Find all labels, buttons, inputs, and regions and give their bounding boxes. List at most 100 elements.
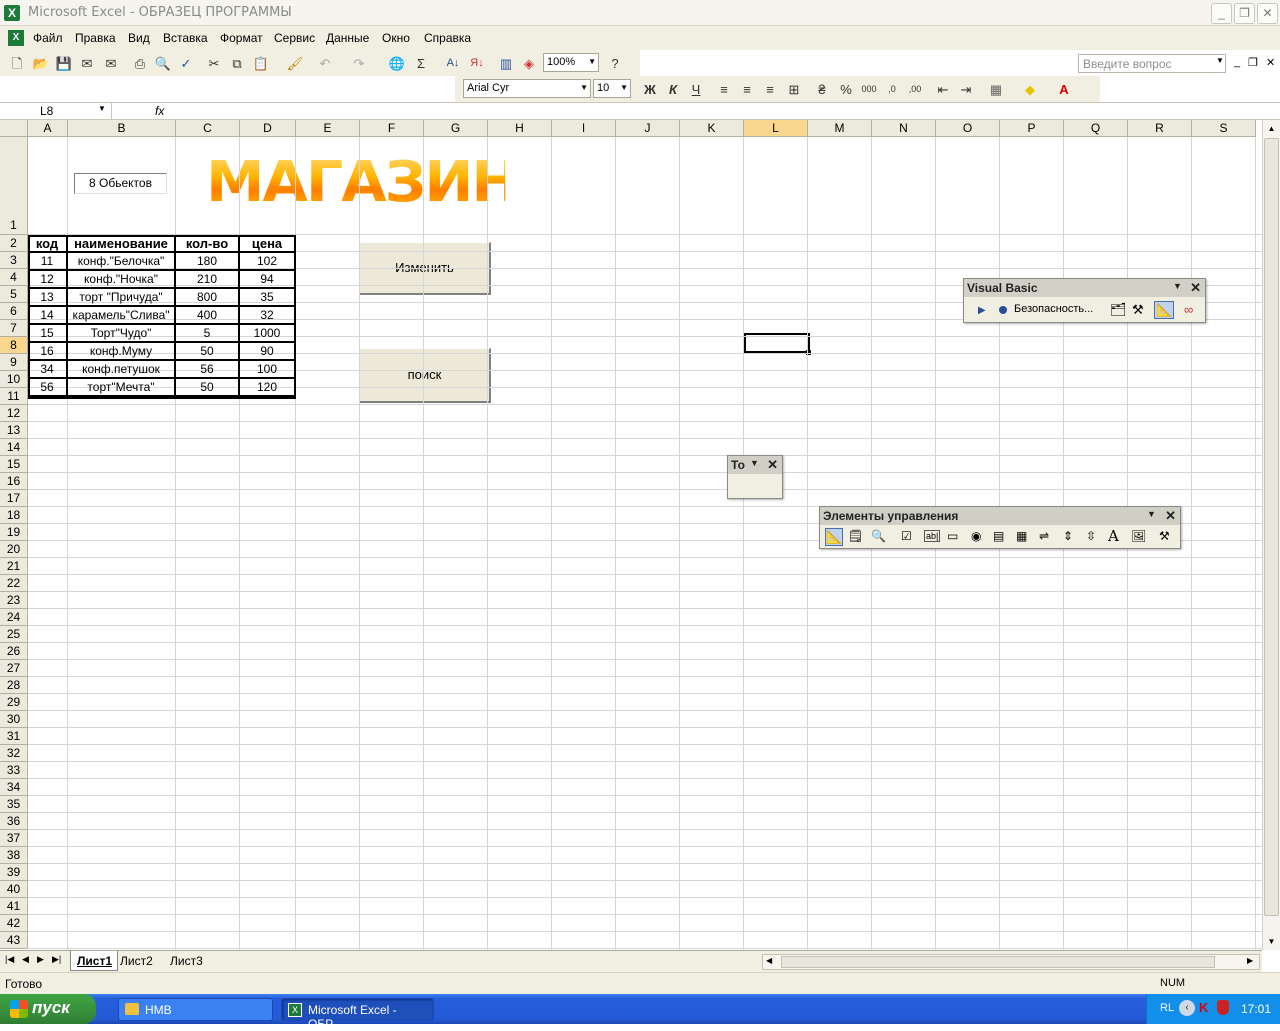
column-header[interactable]: L bbox=[744, 120, 808, 137]
label-control-icon[interactable]: A bbox=[1108, 527, 1119, 545]
tab-sheet2[interactable]: Лист2 bbox=[120, 954, 153, 968]
shield-icon[interactable] bbox=[1217, 1000, 1229, 1015]
doc-restore-button[interactable]: ❐ bbox=[1248, 56, 1258, 69]
scroll-thumb[interactable] bbox=[1264, 138, 1279, 916]
combobox-icon[interactable]: ▦ bbox=[1016, 529, 1027, 543]
antivirus-icon[interactable]: K bbox=[1199, 1000, 1208, 1015]
row-header[interactable]: 41 bbox=[0, 898, 28, 915]
row-header[interactable]: 6 bbox=[0, 303, 28, 320]
table-cell[interactable]: 180 bbox=[176, 253, 240, 271]
table-cell[interactable]: 56 bbox=[28, 379, 68, 397]
row-header[interactable]: 26 bbox=[0, 643, 28, 660]
table-cell[interactable]: торт"Мечта" bbox=[68, 379, 176, 397]
column-header[interactable]: P bbox=[1000, 120, 1064, 137]
close-icon[interactable]: ✕ bbox=[1165, 508, 1176, 524]
table-cell[interactable]: 400 bbox=[176, 307, 240, 325]
column-header[interactable]: I bbox=[552, 120, 616, 137]
font-color-icon[interactable]: A bbox=[1055, 81, 1073, 98]
scroll-left-arrow-icon[interactable]: ◀ bbox=[766, 956, 772, 965]
copy-icon[interactable]: ⧉ bbox=[228, 55, 246, 72]
excel-app-icon[interactable]: X bbox=[4, 5, 20, 21]
row-header[interactable]: 15 bbox=[0, 456, 28, 473]
menu-help[interactable]: Справка bbox=[424, 31, 471, 45]
column-header[interactable]: G bbox=[424, 120, 488, 137]
sort-ascending-icon[interactable]: A↓ bbox=[444, 55, 462, 72]
table-cell[interactable]: конф."Ночка" bbox=[68, 271, 176, 289]
table-cell[interactable]: 56 bbox=[176, 361, 240, 379]
taskbar-item-hmb[interactable]: HMB bbox=[118, 998, 273, 1021]
table-cell[interactable]: 11 bbox=[28, 253, 68, 271]
hscroll-thumb[interactable] bbox=[781, 956, 1215, 968]
currency-icon[interactable]: ₴ bbox=[813, 81, 831, 98]
chevron-down-icon[interactable]: ▼ bbox=[1173, 281, 1182, 291]
column-header[interactable]: Q bbox=[1064, 120, 1128, 137]
permission-icon[interactable]: ✉ bbox=[78, 55, 96, 72]
security-button[interactable]: Безопасность... bbox=[1014, 303, 1093, 315]
column-header[interactable]: D bbox=[240, 120, 296, 137]
scroll-up-arrow-icon[interactable]: ▲ bbox=[1264, 121, 1279, 136]
undo-icon[interactable]: ↶ bbox=[316, 55, 334, 72]
column-header[interactable]: O bbox=[936, 120, 1000, 137]
column-header[interactable]: B bbox=[68, 120, 176, 137]
image-control-icon[interactable]: 🖼 bbox=[1131, 529, 1146, 543]
table-cell[interactable]: 34 bbox=[28, 361, 68, 379]
column-header[interactable]: R bbox=[1128, 120, 1192, 137]
new-icon[interactable]: 🗋 bbox=[8, 55, 26, 72]
toggle-button-icon[interactable]: ⇌ bbox=[1039, 529, 1049, 543]
redo-icon[interactable]: ↷ bbox=[350, 55, 368, 72]
autosum-icon[interactable]: Σ bbox=[412, 55, 430, 72]
table-header-cell[interactable]: наименование bbox=[68, 235, 176, 253]
save-icon[interactable]: 💾 bbox=[55, 55, 73, 72]
chevron-down-icon[interactable]: ▼ bbox=[1216, 56, 1224, 65]
tab-sheet1[interactable]: Лист1 bbox=[70, 951, 118, 971]
row-header[interactable]: 23 bbox=[0, 592, 28, 609]
menu-file[interactable]: Файл bbox=[33, 31, 63, 45]
horizontal-scrollbar[interactable]: ◀ ▶ bbox=[762, 954, 1260, 970]
table-cell[interactable]: 35 bbox=[240, 289, 296, 307]
increase-decimal-icon[interactable]: ,0 bbox=[883, 81, 901, 98]
decrease-indent-icon[interactable]: ⇤ bbox=[934, 81, 952, 98]
row-header[interactable]: 34 bbox=[0, 779, 28, 796]
row-header[interactable]: 13 bbox=[0, 422, 28, 439]
row-header[interactable]: 14 bbox=[0, 439, 28, 456]
row-header[interactable]: 32 bbox=[0, 745, 28, 762]
increase-indent-icon[interactable]: ⇥ bbox=[957, 81, 975, 98]
print-preview-icon[interactable]: 🔍 bbox=[154, 55, 172, 72]
fx-icon[interactable]: fx bbox=[155, 104, 164, 118]
table-cell[interactable]: 14 bbox=[28, 307, 68, 325]
row-header[interactable]: 30 bbox=[0, 711, 28, 728]
more-controls-icon[interactable]: ⚒ bbox=[1159, 529, 1170, 543]
bold-button[interactable]: Ж bbox=[641, 81, 659, 98]
hyperlink-icon[interactable]: 🌐 bbox=[388, 55, 406, 72]
name-box[interactable]: L8 ▼ bbox=[0, 103, 112, 119]
column-header[interactable]: A bbox=[28, 120, 68, 137]
row-header[interactable]: 37 bbox=[0, 830, 28, 847]
drawing-icon[interactable]: ◈ bbox=[520, 55, 538, 72]
wordart-shop-title[interactable]: МАГАЗИН bbox=[206, 150, 521, 216]
row-header[interactable]: 21 bbox=[0, 558, 28, 575]
row-header[interactable]: 18 bbox=[0, 507, 28, 524]
menu-data[interactable]: Данные bbox=[326, 31, 369, 45]
row-header[interactable]: 39 bbox=[0, 864, 28, 881]
row-header[interactable]: 36 bbox=[0, 813, 28, 830]
table-cell[interactable]: 102 bbox=[240, 253, 296, 271]
checkbox-control-icon[interactable]: ☑ bbox=[901, 529, 912, 543]
close-icon[interactable]: ✕ bbox=[1190, 280, 1201, 296]
row-header[interactable]: 22 bbox=[0, 575, 28, 592]
table-cell[interactable]: 800 bbox=[176, 289, 240, 307]
first-sheet-arrow-icon[interactable]: |◀ bbox=[5, 954, 14, 965]
column-header[interactable]: M bbox=[808, 120, 872, 137]
table-cell[interactable]: торт "Причуда" bbox=[68, 289, 176, 307]
sort-descending-icon[interactable]: Я↓ bbox=[468, 55, 486, 72]
row-header[interactable]: 9 bbox=[0, 354, 28, 371]
table-cell[interactable]: 5 bbox=[176, 325, 240, 343]
table-header-cell[interactable]: цена bbox=[240, 235, 296, 253]
row-header[interactable]: 3 bbox=[0, 252, 28, 269]
scroll-down-arrow-icon[interactable]: ▼ bbox=[1264, 934, 1279, 949]
italic-button[interactable]: К bbox=[664, 81, 682, 98]
table-cell[interactable]: карамель"Слива" bbox=[68, 307, 176, 325]
spelling-icon[interactable]: ✓ bbox=[177, 55, 195, 72]
row-header[interactable]: 38 bbox=[0, 847, 28, 864]
table-cell[interactable]: 50 bbox=[176, 343, 240, 361]
align-right-icon[interactable]: ≡ bbox=[761, 81, 779, 98]
